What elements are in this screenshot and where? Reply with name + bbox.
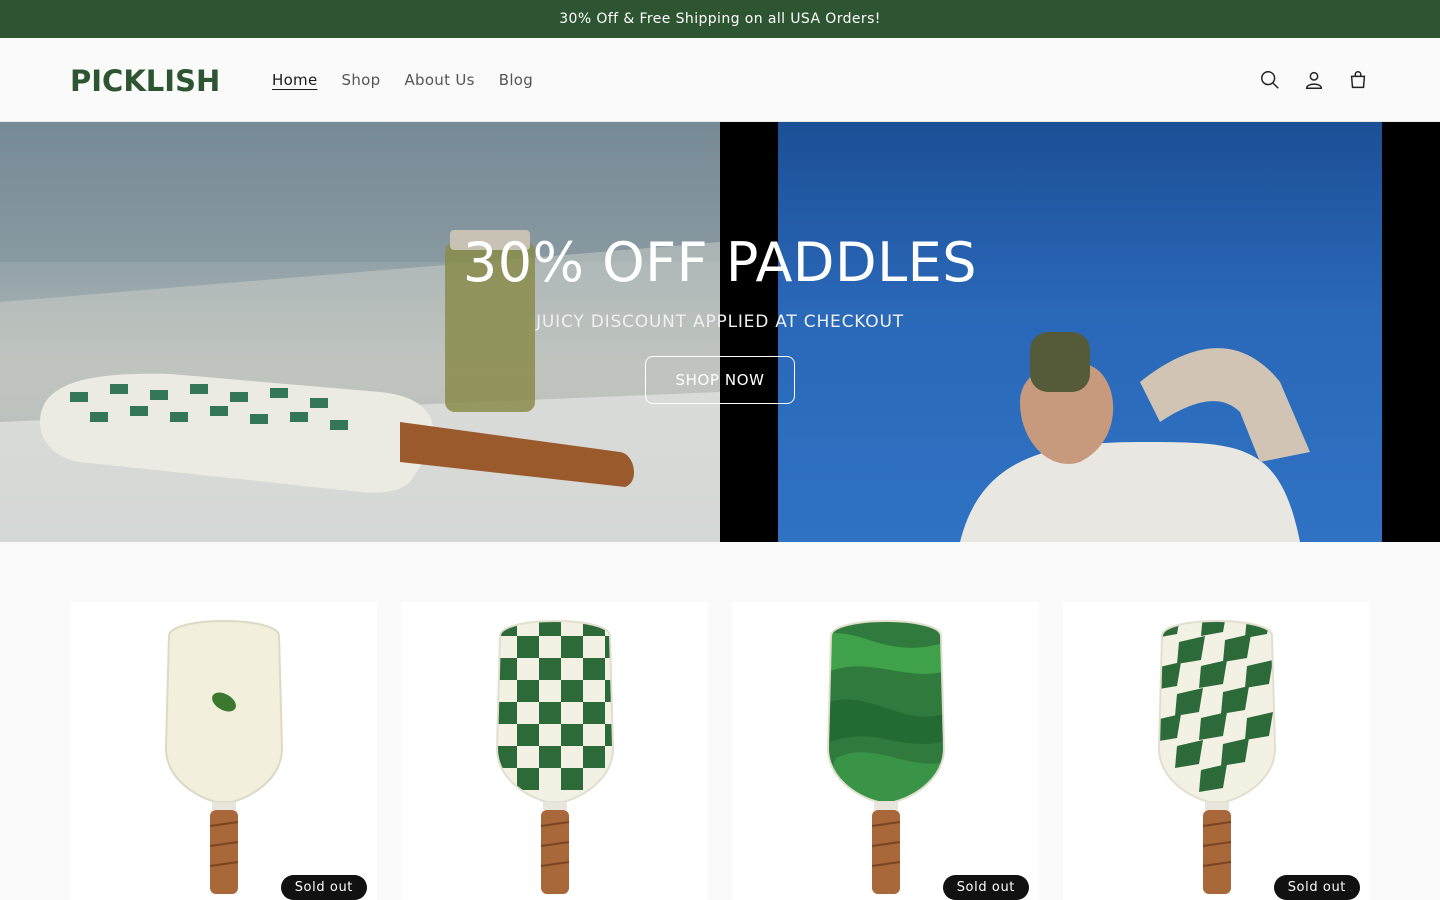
paddle-image-cream — [164, 620, 283, 894]
hero-content: 30% OFF PADDLES JUICY DISCOUNT APPLIED A… — [0, 122, 1440, 542]
main-nav: Home Shop About Us Blog — [272, 71, 533, 89]
hero-banner: 30% OFF PADDLES JUICY DISCOUNT APPLIED A… — [0, 122, 1440, 542]
product-card[interactable]: Sold out — [1063, 602, 1370, 900]
announcement-bar: 30% Off & Free Shipping on all USA Order… — [0, 0, 1440, 38]
logo[interactable]: PICKLISH — [70, 65, 232, 95]
svg-text:PICKLISH: PICKLISH — [70, 65, 220, 95]
sold-out-badge: Sold out — [280, 875, 367, 900]
nav-item-blog[interactable]: Blog — [499, 71, 533, 89]
nav-item-about-us[interactable]: About Us — [404, 71, 474, 89]
product-card[interactable]: Sold out — [70, 602, 377, 900]
sold-out-badge: Sold out — [942, 875, 1029, 900]
search-icon[interactable] — [1258, 68, 1282, 92]
shop-now-button[interactable]: SHOP NOW — [645, 355, 795, 404]
hero-title: 30% OFF PADDLES — [462, 230, 978, 294]
paddle-image-swirl — [826, 620, 945, 894]
product-grid: Sold out Sold out Sold out — [0, 542, 1440, 900]
cart-icon[interactable] — [1346, 68, 1370, 92]
nav-item-shop[interactable]: Shop — [342, 71, 381, 89]
product-card[interactable]: Sold out — [732, 602, 1039, 900]
announcement-text: 30% Off & Free Shipping on all USA Order… — [559, 11, 881, 27]
account-icon[interactable] — [1302, 68, 1326, 92]
sold-out-badge: Sold out — [1273, 875, 1360, 900]
product-card[interactable] — [401, 602, 708, 900]
hero-subtitle: JUICY DISCOUNT APPLIED AT CHECKOUT — [536, 311, 904, 332]
header-icons — [1258, 68, 1370, 92]
paddle-image-warped — [1157, 620, 1276, 894]
site-header: PICKLISH Home Shop About Us Blog — [0, 38, 1440, 122]
nav-item-home[interactable]: Home — [272, 71, 318, 89]
paddle-image-checker — [495, 620, 614, 894]
